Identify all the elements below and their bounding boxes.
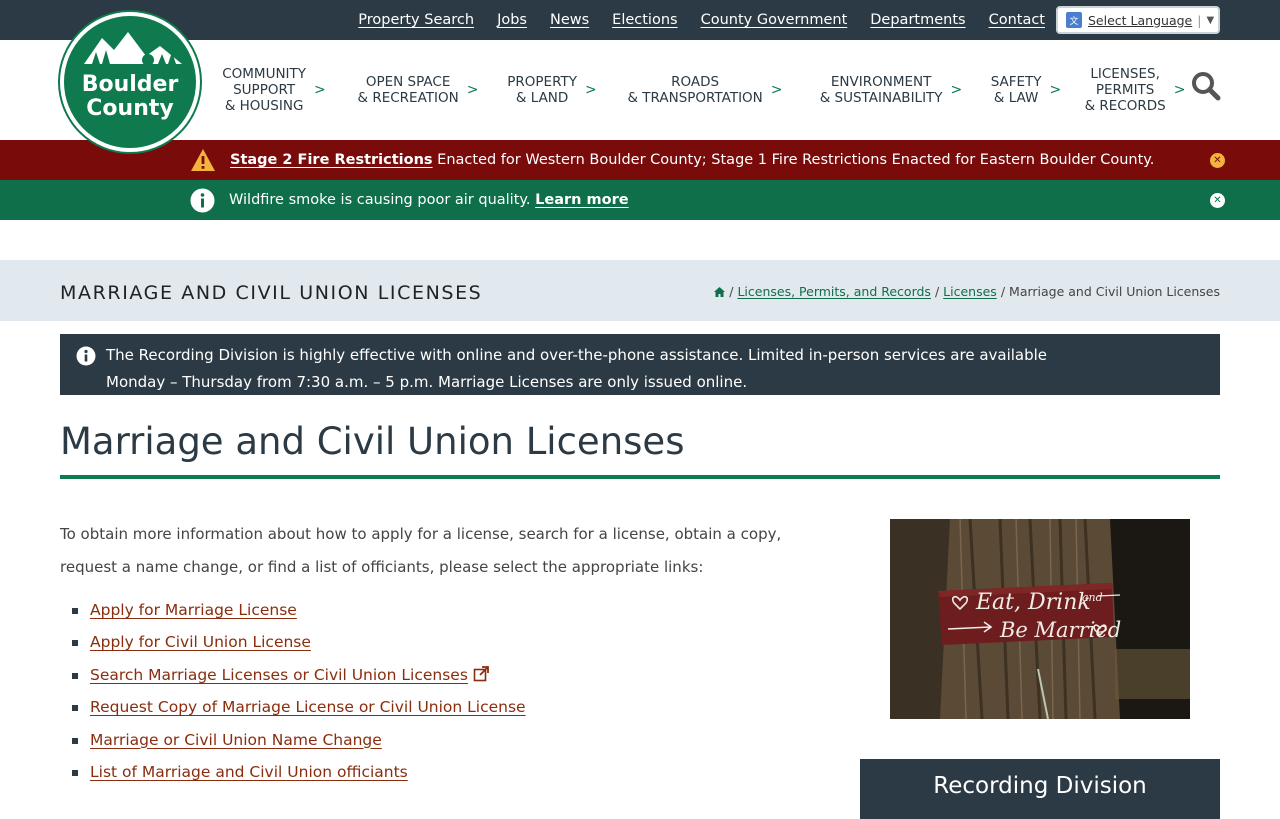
page-heading: Marriage and Civil Union Licenses (60, 420, 685, 463)
heading-divider (60, 475, 1220, 479)
intro-paragraph: To obtain more information about how to … (60, 525, 782, 576)
wedding-sign-photo: Eat, Drink and Be Married (890, 519, 1190, 719)
officiants-list-link[interactable]: List of Marriage and Civil Union officia… (90, 763, 408, 781)
main-nav: COMMUNITY SUPPORT & HOUSING > OPEN SPACE & R… (210, 40, 1196, 140)
breadcrumb-licenses[interactable]: Licenses (943, 284, 997, 299)
chevron-right-icon: > (1049, 82, 1062, 98)
top-link-elections[interactable]: Elections (612, 12, 677, 28)
close-icon[interactable]: ✕ (1210, 193, 1225, 208)
chevron-right-icon: > (950, 82, 963, 98)
nav-safety-law[interactable]: SAFETY & LAW > (978, 74, 1074, 106)
recording-division-notice: The Recording Division is highly effecti… (60, 334, 1220, 395)
chevron-right-icon: > (314, 82, 326, 98)
search-licenses-link[interactable]: Search Marriage Licenses or Civil Union … (90, 666, 468, 684)
globe-translate-icon: 文 (1066, 12, 1082, 28)
logo-text-line2: County (86, 96, 174, 121)
list-item: Search Marriage Licenses or Civil Union … (72, 661, 526, 693)
top-link-news[interactable]: News (550, 12, 589, 28)
recording-division-card[interactable]: Recording Division (860, 759, 1220, 819)
boulder-county-logo[interactable]: Boulder County (60, 12, 200, 152)
license-links-list: Apply for Marriage License Apply for Civ… (72, 596, 526, 790)
nav-property-land[interactable]: PROPERTY & LAND > (498, 74, 606, 106)
top-link-contact[interactable]: Contact (989, 12, 1045, 28)
sign-text-and: and (1082, 591, 1103, 604)
breadcrumb-licenses-permits-records[interactable]: Licenses, Permits, and Records (737, 284, 931, 299)
list-item: Apply for Civil Union License (72, 628, 526, 660)
name-change-link[interactable]: Marriage or Civil Union Name Change (90, 731, 382, 749)
nav-community-support[interactable]: COMMUNITY SUPPORT & HOUSING > (210, 66, 338, 114)
info-icon (76, 346, 96, 366)
chevron-down-icon: ▼ (1206, 14, 1215, 26)
apply-marriage-license-link[interactable]: Apply for Marriage License (90, 601, 297, 619)
close-icon[interactable]: ✕ (1210, 153, 1225, 168)
list-item: Marriage or Civil Union Name Change (72, 726, 526, 758)
top-link-jobs[interactable]: Jobs (497, 12, 527, 28)
top-link-property-search[interactable]: Property Search (358, 12, 474, 28)
nav-open-space[interactable]: OPEN SPACE & RECREATION > (338, 74, 498, 106)
sign-text-line1: Eat, Drink (975, 590, 1091, 615)
language-select[interactable]: 文 Select Language | ▼ (1056, 6, 1220, 34)
air-quality-alert: Wildfire smoke is causing poor air quali… (0, 180, 1280, 220)
nav-licenses-permits[interactable]: LICENSES, PERMITS & RECORDS > (1074, 66, 1196, 114)
fire-alert-text: Enacted for Western Boulder County; Stag… (432, 152, 1155, 168)
breadcrumb-current: Marriage and Civil Union Licenses (1009, 284, 1220, 299)
list-item: Request Copy of Marriage License or Civi… (72, 693, 526, 725)
external-link-icon (473, 665, 489, 682)
breadcrumb: / Licenses, Permits, and Records / Licen… (714, 284, 1220, 299)
language-select-label: Select Language (1088, 12, 1193, 28)
logo-text-line1: Boulder (81, 72, 179, 97)
list-item: Apply for Marriage License (72, 596, 526, 628)
info-icon (190, 188, 215, 212)
smoke-alert-text: Wildfire smoke is causing poor air quali… (229, 192, 536, 208)
nav-environment[interactable]: ENVIRONMENT & SUSTAINABILITY > (804, 74, 978, 106)
page-title: MARRIAGE AND CIVIL UNION LICENSES (60, 282, 483, 304)
request-copy-link[interactable]: Request Copy of Marriage License or Civi… (90, 698, 526, 716)
chevron-right-icon: > (466, 82, 479, 98)
sidebar-card-title: Recording Division (933, 773, 1147, 799)
language-divider: | (1197, 12, 1202, 28)
home-icon[interactable] (714, 286, 726, 297)
top-link-county-government[interactable]: County Government (701, 12, 848, 28)
search-icon[interactable] (1190, 70, 1222, 102)
list-item: List of Marriage and Civil Union officia… (72, 758, 526, 790)
chevron-right-icon: > (1173, 82, 1186, 98)
page-title-band: MARRIAGE AND CIVIL UNION LICENSES / Lice… (0, 260, 1280, 321)
nav-roads-transportation[interactable]: ROADS & TRANSPORTATION > (606, 74, 804, 106)
sign-text-line2: Be Married (999, 618, 1121, 642)
top-link-departments[interactable]: Departments (870, 12, 965, 28)
fire-restrictions-link[interactable]: Stage 2 Fire Restrictions (230, 152, 433, 168)
utility-nav: Property Search Jobs News Elections Coun… (358, 0, 1045, 40)
notice-text: The Recording Division is highly effecti… (106, 346, 1048, 391)
chevron-right-icon: > (770, 82, 783, 98)
chevron-right-icon: > (584, 82, 597, 98)
learn-more-link[interactable]: Learn more (535, 192, 628, 208)
apply-civil-union-license-link[interactable]: Apply for Civil Union License (90, 633, 311, 651)
warning-icon (191, 149, 215, 171)
